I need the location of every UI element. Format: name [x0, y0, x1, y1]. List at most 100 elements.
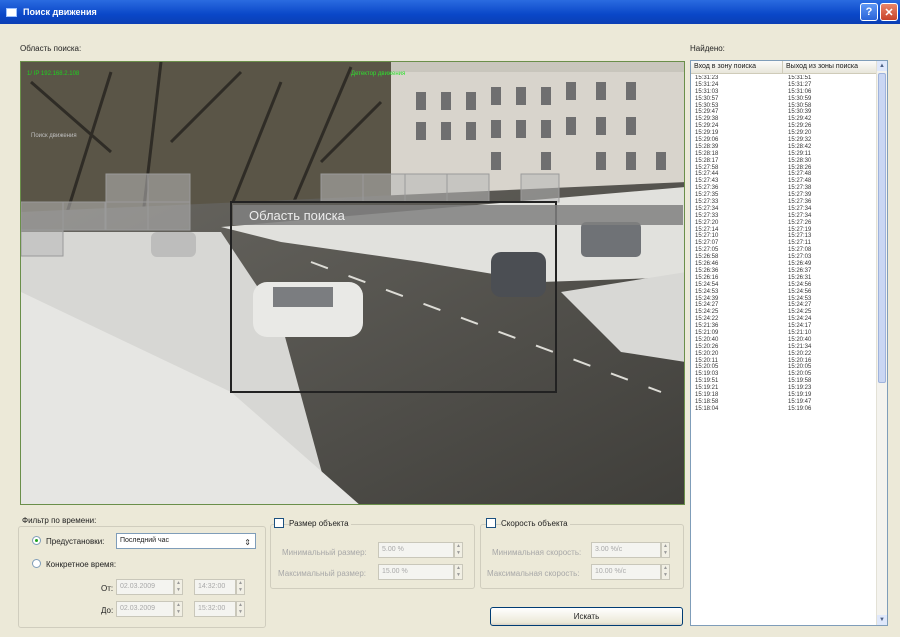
- found-row[interactable]: 15:18:58 15:19:47: [691, 399, 876, 406]
- scroll-down-icon[interactable]: ▼: [877, 615, 887, 625]
- found-row[interactable]: 15:21:36 15:24:17: [691, 323, 876, 330]
- min-speed-field[interactable]: 3.00 %/с: [591, 542, 661, 558]
- found-row[interactable]: 15:27:07 15:27:11: [691, 240, 876, 247]
- found-row[interactable]: 15:28:17 15:28:30: [691, 158, 876, 165]
- found-row[interactable]: 15:27:33 15:27:36: [691, 199, 876, 206]
- found-row[interactable]: 15:24:27 15:24:27: [691, 302, 876, 309]
- enter-time-cell: 15:27:33: [695, 212, 719, 219]
- found-row[interactable]: 15:27:44 15:27:48: [691, 171, 876, 178]
- found-row[interactable]: 15:29:38 15:29:42: [691, 116, 876, 123]
- found-row[interactable]: 15:27:20 15:27:26: [691, 220, 876, 227]
- max-size-field[interactable]: 15.00 %: [378, 564, 454, 580]
- found-row[interactable]: 15:27:33 15:27:34: [691, 213, 876, 220]
- column-header-enter[interactable]: Вход в зону поиска: [691, 61, 783, 73]
- enter-time-cell: 15:29:06: [695, 137, 719, 144]
- enter-time-cell: 15:27:43: [695, 178, 719, 185]
- found-row[interactable]: 15:27:05 15:27:08: [691, 247, 876, 254]
- exit-time-cell: 15:24:56: [788, 281, 812, 288]
- found-row[interactable]: 15:20:11 15:20:16: [691, 358, 876, 365]
- exact-time-radio[interactable]: [32, 559, 41, 568]
- found-row[interactable]: 15:31:23 15:31:51: [691, 75, 876, 82]
- found-row[interactable]: 15:24:54 15:24:56: [691, 282, 876, 289]
- close-button[interactable]: ✕: [880, 3, 898, 21]
- min-speed-label: Минимальная скорость:: [492, 548, 582, 557]
- found-row[interactable]: 15:19:18 15:19:19: [691, 392, 876, 399]
- scroll-up-icon[interactable]: ▲: [877, 61, 887, 71]
- found-row[interactable]: 15:29:24 15:29:26: [691, 123, 876, 130]
- found-row[interactable]: 15:27:43 15:27:48: [691, 178, 876, 185]
- enter-time-cell: 15:24:27: [695, 302, 719, 309]
- found-row[interactable]: 15:31:03 15:31:06: [691, 89, 876, 96]
- min-speed-spinner[interactable]: ▲ ▼: [661, 542, 670, 558]
- from-time-field[interactable]: 14:32:00: [194, 579, 236, 595]
- to-date-field[interactable]: 02.03.2009: [116, 601, 174, 617]
- found-row[interactable]: 15:19:03 15:20:05: [691, 371, 876, 378]
- found-row[interactable]: 15:26:58 15:27:03: [691, 254, 876, 261]
- enter-time-cell: 15:20:11: [695, 357, 718, 364]
- enter-time-cell: 15:29:47: [695, 109, 719, 116]
- app-icon: [6, 7, 17, 17]
- found-row[interactable]: 15:29:47 15:30:39: [691, 109, 876, 116]
- from-date-spinner[interactable]: ▲ ▼: [174, 579, 183, 595]
- found-row[interactable]: 15:20:20 15:20:22: [691, 351, 876, 358]
- found-row[interactable]: 15:26:36 15:26:37: [691, 268, 876, 275]
- found-row[interactable]: 15:27:58 15:28:26: [691, 165, 876, 172]
- found-row[interactable]: 15:18:04 15:19:06: [691, 406, 876, 413]
- found-row[interactable]: 15:27:36 15:27:38: [691, 185, 876, 192]
- found-rows: 15:31:23 15:31:51 15:31:24 15:31:27 15:31:03…: [691, 75, 876, 625]
- found-row[interactable]: 15:29:06 15:29:32: [691, 137, 876, 144]
- enter-time-cell: 15:27:07: [695, 240, 719, 247]
- to-time-spinner[interactable]: ▲ ▼: [236, 601, 245, 617]
- found-row[interactable]: 15:20:05 15:20:05: [691, 364, 876, 371]
- search-button[interactable]: Искать: [490, 607, 683, 626]
- found-row[interactable]: 15:26:46 15:26:49: [691, 261, 876, 268]
- found-row[interactable]: 15:19:21 15:19:23: [691, 385, 876, 392]
- preset-radio[interactable]: [32, 536, 41, 545]
- object-speed-checkbox[interactable]: [486, 518, 496, 528]
- found-row[interactable]: 15:29:19 15:29:20: [691, 130, 876, 137]
- found-row[interactable]: 15:31:24 15:31:27: [691, 82, 876, 89]
- found-row[interactable]: 15:20:26 15:21:34: [691, 344, 876, 351]
- max-size-spinner[interactable]: ▲ ▼: [454, 564, 463, 580]
- found-row[interactable]: 15:20:40 15:20:40: [691, 337, 876, 344]
- to-time-field[interactable]: 15:32:00: [194, 601, 236, 617]
- found-row[interactable]: 15:24:53 15:24:56: [691, 289, 876, 296]
- to-date-spinner[interactable]: ▲ ▼: [174, 601, 183, 617]
- found-row[interactable]: 15:24:39 15:24:53: [691, 296, 876, 303]
- help-button[interactable]: ?: [860, 3, 878, 21]
- enter-time-cell: 15:24:39: [695, 295, 719, 302]
- enter-time-cell: 15:21:36: [695, 323, 719, 330]
- title-bar[interactable]: Поиск движения ? ✕: [0, 0, 900, 24]
- found-scrollbar[interactable]: ▲ ▼: [876, 61, 887, 625]
- enter-time-cell: 15:29:38: [695, 116, 719, 123]
- found-row[interactable]: 15:27:14 15:27:19: [691, 227, 876, 234]
- found-row[interactable]: 15:28:39 15:28:42: [691, 144, 876, 151]
- found-row[interactable]: 15:24:22 15:24:24: [691, 316, 876, 323]
- camera-frame: Область поиска 1/ IP 192.168.2.108 Детек…: [21, 62, 684, 504]
- found-row[interactable]: 15:27:34 15:27:34: [691, 206, 876, 213]
- min-size-spinner[interactable]: ▲ ▼: [454, 542, 463, 558]
- found-list[interactable]: Вход в зону поиска Выход из зоны поиска …: [690, 60, 888, 626]
- found-row[interactable]: 15:19:51 15:19:58: [691, 378, 876, 385]
- found-row[interactable]: 15:27:10 15:27:13: [691, 233, 876, 240]
- max-speed-spinner[interactable]: ▲ ▼: [661, 564, 670, 580]
- found-row[interactable]: 15:21:09 15:21:10: [691, 330, 876, 337]
- found-row[interactable]: 15:30:53 15:30:58: [691, 103, 876, 110]
- found-row[interactable]: 15:28:18 15:29:11: [691, 151, 876, 158]
- exit-time-cell: 15:31:51: [788, 75, 812, 81]
- min-size-field[interactable]: 5.00 %: [378, 542, 454, 558]
- max-speed-field[interactable]: 10.00 %/с: [591, 564, 661, 580]
- exit-time-cell: 15:27:38: [788, 185, 812, 192]
- exact-time-label: Конкретное время:: [46, 560, 117, 569]
- preset-select[interactable]: Последний час ⇕: [116, 533, 256, 549]
- from-date-field[interactable]: 02.03.2009: [116, 579, 174, 595]
- from-time-spinner[interactable]: ▲ ▼: [236, 579, 245, 595]
- object-size-checkbox[interactable]: [274, 518, 284, 528]
- scroll-thumb[interactable]: [878, 73, 886, 383]
- search-area-view[interactable]: Область поиска 1/ IP 192.168.2.108 Детек…: [20, 61, 685, 505]
- found-row[interactable]: 15:26:16 15:26:31: [691, 275, 876, 282]
- column-header-exit[interactable]: Выход из зоны поиска: [783, 61, 858, 73]
- found-row[interactable]: 15:27:35 15:27:39: [691, 192, 876, 199]
- found-row[interactable]: 15:24:25 15:24:25: [691, 309, 876, 316]
- found-row[interactable]: 15:30:57 15:30:59: [691, 96, 876, 103]
